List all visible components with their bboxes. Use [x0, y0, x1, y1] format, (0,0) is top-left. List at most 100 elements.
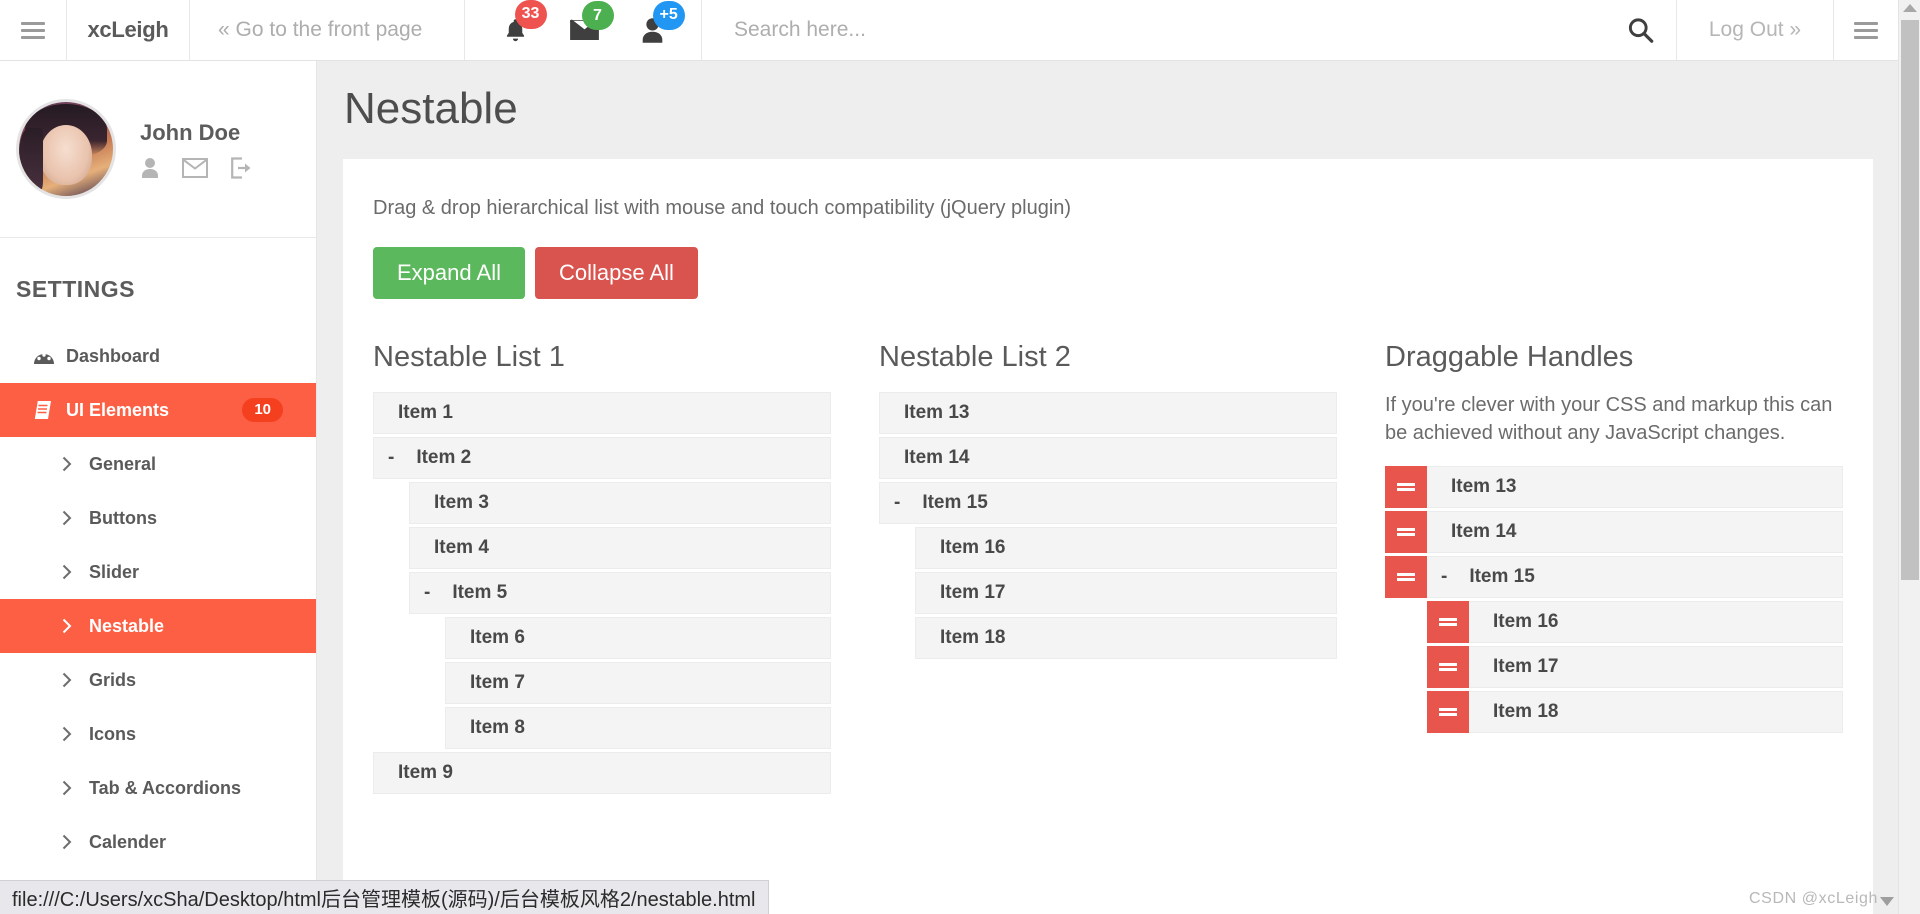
avatar[interactable]	[16, 99, 116, 199]
nestable-item-handle[interactable]: Item 1	[373, 392, 831, 434]
nestable-list-2[interactable]: Item 13 Item 14- Item 15 Item 16 Item 17 Item…	[879, 392, 1337, 659]
drag-handle-icon[interactable]	[1427, 601, 1469, 644]
drag-handle-icon[interactable]	[1427, 691, 1469, 734]
sidebar-subitem-general[interactable]: General	[0, 437, 316, 491]
sidebar-subitem-calender[interactable]: Calender	[0, 815, 316, 869]
notifications-button[interactable]: 33	[502, 0, 547, 45]
column-note: If you're clever with your CSS and marku…	[1385, 394, 1833, 444]
nestable-item-row: Item 16	[1427, 601, 1843, 644]
sidebar-subitem-slider[interactable]: Slider	[0, 545, 316, 599]
nestable-item[interactable]: - Item 2 Item 3 Item 4- Item 5 Item 6 Item 7 It…	[373, 437, 831, 749]
sidebar: John Doe SETTINGS Dashboard UI Elements …	[0, 61, 317, 914]
nestable-item-handle[interactable]: Item 4	[409, 527, 831, 569]
collapse-all-button[interactable]: Collapse All	[534, 247, 698, 299]
nestable-item[interactable]: Item 16	[915, 527, 1337, 569]
drag-handle-icon[interactable]	[1385, 466, 1427, 509]
chevron-right-icon	[62, 510, 72, 526]
collapse-toggle-icon[interactable]: -	[894, 492, 900, 514]
nestable-item[interactable]: Item 17	[915, 572, 1337, 614]
users-button[interactable]: +5	[640, 0, 685, 44]
nestable-item-handle[interactable]: Item 18	[1469, 691, 1843, 734]
nestable-item-handle[interactable]: - Item 15	[1427, 556, 1843, 599]
nestable-item[interactable]: Item 14	[879, 437, 1337, 479]
nestable-item-handle[interactable]: Item 8	[445, 707, 831, 749]
nestable-item[interactable]: Item 1	[373, 392, 831, 434]
draggable-handles-column: Draggable Handles If you're clever with …	[1385, 341, 1843, 797]
options-menu-button[interactable]	[1834, 0, 1898, 60]
sidebar-item-dashboard[interactable]: Dashboard	[0, 329, 316, 383]
nestable-item[interactable]: - Item 15 Item 16 Item 17 Item 18	[1385, 556, 1843, 734]
nestable-item-handle[interactable]: Item 9	[373, 752, 831, 794]
nestable-item[interactable]: Item 7	[445, 662, 831, 704]
profile-info: John Doe	[140, 120, 253, 179]
nestable-item-label: Item 15	[1469, 566, 1535, 588]
hamburger-icon	[21, 21, 45, 39]
sidebar-item-ui-elements[interactable]: UI Elements 10	[0, 383, 316, 437]
nestable-item[interactable]: Item 18	[1427, 691, 1843, 734]
brand-logo[interactable]: xcLeigh	[67, 0, 190, 60]
nestable-item-handle[interactable]: Item 18	[915, 617, 1337, 659]
nestable-item[interactable]: Item 13	[1385, 466, 1843, 509]
scrollbar-thumb[interactable]	[1901, 20, 1919, 580]
nestable-item-handle[interactable]: - Item 2	[373, 437, 831, 479]
nestable-item-handle[interactable]: Item 16	[915, 527, 1337, 569]
search-input[interactable]	[702, 0, 1676, 60]
nestable-item[interactable]: Item 16	[1427, 601, 1843, 644]
collapse-toggle-icon[interactable]: -	[424, 582, 430, 604]
sidebar-toggle-button[interactable]	[0, 0, 67, 60]
nestable-item-handle[interactable]: Item 7	[445, 662, 831, 704]
nestable-item-handle[interactable]: - Item 15	[879, 482, 1337, 524]
sidebar-section-label: SETTINGS	[16, 276, 136, 302]
expand-all-button[interactable]: Expand All	[373, 247, 525, 299]
nestable-item[interactable]: Item 3	[409, 482, 831, 524]
logout-button[interactable]: Log Out »	[1677, 0, 1834, 60]
nestable-item-label: Item 6	[470, 627, 525, 648]
watermark: CSDN @xcLeigh	[1749, 890, 1894, 908]
profile-icon[interactable]	[140, 157, 160, 179]
nestable-item[interactable]: Item 18	[915, 617, 1337, 659]
nestable-item[interactable]: Item 13	[879, 392, 1337, 434]
messages-button[interactable]: 7	[569, 1, 614, 43]
nestable-item-handle[interactable]: Item 14	[879, 437, 1337, 479]
nestable-item-handle[interactable]: Item 6	[445, 617, 831, 659]
nestable-item[interactable]: Item 9	[373, 752, 831, 794]
column-title: Nestable List 2	[879, 341, 1071, 373]
sidebar-subitem-label: Slider	[89, 561, 140, 582]
nestable-list-1[interactable]: Item 1- Item 2 Item 3 Item 4- Item 5 Item 6 It…	[373, 392, 831, 794]
nestable-item[interactable]: Item 6	[445, 617, 831, 659]
logout-icon[interactable]	[230, 156, 253, 179]
nestable-item-row: Item 18	[1427, 691, 1843, 734]
header-icon-group: 33 7 +5	[465, 0, 702, 60]
chevron-right-icon	[62, 564, 72, 580]
page-scrollbar[interactable]	[1898, 0, 1920, 914]
sidebar-subitem-grids[interactable]: Grids	[0, 653, 316, 707]
nestable-item[interactable]: - Item 5 Item 6 Item 7 Item 8	[409, 572, 831, 749]
sidebar-subitem-buttons[interactable]: Buttons	[0, 491, 316, 545]
go-to-front-page-link[interactable]: « Go to the front page	[190, 0, 465, 60]
nestable-item-handle[interactable]: Item 17	[1469, 646, 1843, 689]
draggable-handles-list[interactable]: Item 13 Item 14- Item 15 Item 16 Item 17 Item…	[1385, 466, 1843, 734]
nestable-item-handle[interactable]: Item 13	[1427, 466, 1843, 509]
nestable-item-handle[interactable]: - Item 5	[409, 572, 831, 614]
nestable-item[interactable]: Item 17	[1427, 646, 1843, 689]
nestable-item-handle[interactable]: Item 13	[879, 392, 1337, 434]
drag-handle-icon[interactable]	[1427, 646, 1469, 689]
nestable-item-handle[interactable]: Item 3	[409, 482, 831, 524]
sidebar-subitem-tab-accordions[interactable]: Tab & Accordions	[0, 761, 316, 815]
sidebar-subitem-icons[interactable]: Icons	[0, 707, 316, 761]
drag-handle-icon[interactable]	[1385, 556, 1427, 599]
mail-icon[interactable]	[182, 157, 208, 178]
nestable-item-handle[interactable]: Item 17	[915, 572, 1337, 614]
sidebar-subitem-nestable[interactable]: Nestable	[0, 599, 316, 653]
nestable-item-handle[interactable]: Item 14	[1427, 511, 1843, 554]
nestable-item[interactable]: Item 8	[445, 707, 831, 749]
collapse-toggle-icon[interactable]: -	[388, 447, 394, 469]
drag-handle-icon[interactable]	[1385, 511, 1427, 554]
nestable-item[interactable]: - Item 15 Item 16 Item 17 Item 18	[879, 482, 1337, 659]
nestable-item-handle[interactable]: Item 16	[1469, 601, 1843, 644]
nestable-item[interactable]: Item 4	[409, 527, 831, 569]
scroll-up-arrow-icon[interactable]	[1902, 4, 1917, 12]
nestable-item[interactable]: Item 14	[1385, 511, 1843, 554]
collapse-toggle-icon[interactable]: -	[1441, 566, 1447, 588]
search-button[interactable]	[1627, 17, 1654, 44]
